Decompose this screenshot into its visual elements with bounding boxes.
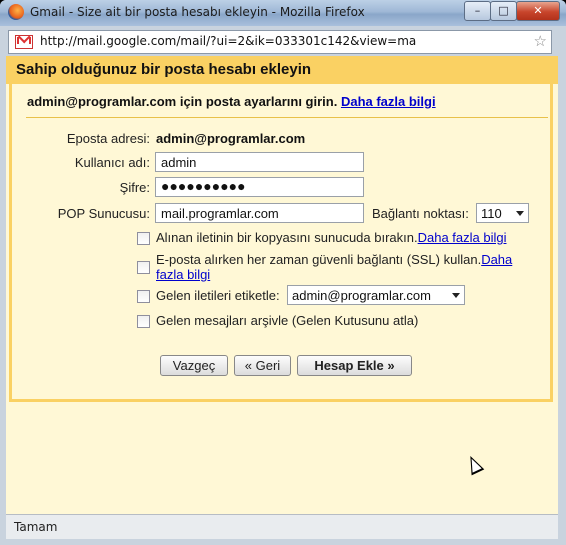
more-info-link[interactable]: Daha fazla bilgi: [341, 94, 436, 109]
status-bar: Tamam: [6, 514, 558, 539]
port-label: Bağlantı noktası:: [372, 206, 469, 221]
leave-copy-option: Alınan iletinin bir kopyasını sunucuda b…: [156, 230, 507, 245]
password-input[interactable]: ●●●●●●●●●●: [155, 177, 364, 197]
label-select-value: admin@programlar.com: [292, 288, 431, 303]
subheading: admin@programlar.com için posta ayarları…: [27, 94, 436, 109]
firefox-icon: [8, 4, 24, 20]
archive-checkbox[interactable]: [137, 315, 150, 328]
chevron-down-icon: [452, 293, 460, 298]
browser-window: Gmail - Size ait bir posta hesabı ekleyi…: [0, 0, 566, 545]
chevron-down-icon: [516, 211, 524, 216]
label-select[interactable]: admin@programlar.com: [287, 285, 465, 305]
minimize-button[interactable]: –: [464, 1, 491, 21]
dialog-title: Sahip olduğunuz bir posta hesabı ekleyin: [16, 61, 312, 78]
bookmark-star-icon[interactable]: ☆: [534, 32, 547, 50]
close-button[interactable]: ✕: [516, 1, 560, 21]
window-controls: – □ ✕: [464, 1, 560, 21]
email-label: Eposta adresi:: [66, 131, 150, 146]
page-content: Sahip olduğunuz bir posta hesabı ekleyin…: [6, 56, 558, 514]
leave-copy-more-info-link[interactable]: Daha fazla bilgi: [418, 230, 507, 245]
window-title: Gmail - Size ait bir posta hesabı ekleyi…: [30, 5, 365, 19]
username-input[interactable]: admin: [155, 152, 364, 172]
maximize-button[interactable]: □: [490, 1, 517, 21]
settings-panel: admin@programlar.com için posta ayarları…: [9, 84, 553, 402]
ssl-text: E-posta alırken her zaman güvenli bağlan…: [156, 252, 482, 267]
back-button[interactable]: « Geri: [234, 355, 291, 376]
leave-copy-text: Alınan iletinin bir kopyasını sunucuda b…: [156, 230, 418, 245]
ssl-more-info-link-part1[interactable]: Daha: [481, 252, 512, 267]
password-label: Şifre:: [119, 180, 150, 195]
pop-server-input[interactable]: mail.programlar.com: [155, 203, 364, 223]
url-text[interactable]: http://mail.google.com/mail/?ui=2&ik=033…: [40, 34, 416, 48]
leave-copy-checkbox[interactable]: [137, 232, 150, 245]
label-incoming-text: Gelen iletileri etiketle:: [156, 288, 280, 303]
username-label: Kullanıcı adı:: [74, 155, 150, 170]
gmail-icon: [15, 35, 33, 49]
title-bar[interactable]: Gmail - Size ait bir posta hesabı ekleyi…: [0, 0, 566, 26]
port-value: 110: [481, 206, 502, 221]
email-value: admin@programlar.com: [156, 131, 306, 146]
ssl-option: E-posta alırken her zaman güvenli bağlan…: [156, 252, 526, 282]
divider: [26, 117, 548, 118]
status-text: Tamam: [14, 520, 58, 534]
dialog-header: Sahip olduğunuz bir posta hesabı ekleyin: [6, 56, 558, 84]
ssl-more-info-link-part2[interactable]: fazla bilgi: [156, 267, 210, 282]
pop-server-label: POP Sunucusu:: [57, 206, 150, 221]
port-select[interactable]: 110: [476, 203, 529, 223]
address-bar[interactable]: http://mail.google.com/mail/?ui=2&ik=033…: [8, 30, 552, 54]
subheading-text: admin@programlar.com için posta ayarları…: [27, 94, 338, 109]
add-account-button[interactable]: Hesap Ekle »: [297, 355, 412, 376]
archive-text: Gelen mesajları arşivle (Gelen Kutusunu …: [156, 313, 419, 328]
ssl-checkbox[interactable]: [137, 261, 150, 274]
cancel-button[interactable]: Vazgeç: [160, 355, 228, 376]
label-incoming-checkbox[interactable]: [137, 290, 150, 303]
